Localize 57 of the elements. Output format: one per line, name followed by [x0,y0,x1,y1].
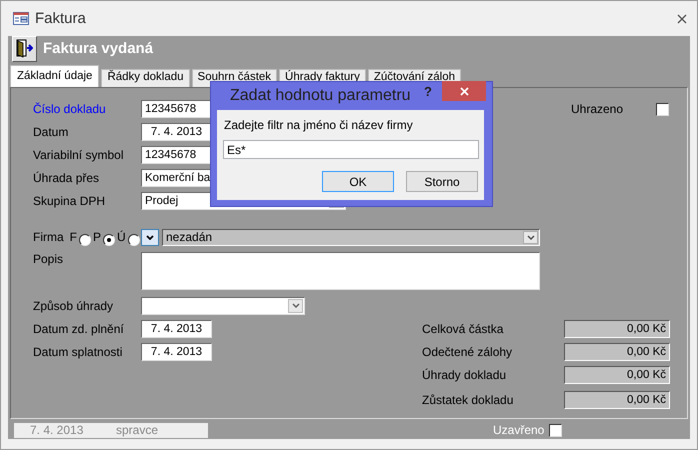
help-button[interactable]: ? [424,84,432,99]
door-exit-icon [16,39,33,58]
field-label: Způsob úhrady [33,298,114,313]
field-label: Úhrada přes [33,171,100,186]
dropdown-field[interactable]: nezadán [162,228,540,246]
checkbox[interactable] [549,424,562,437]
field-label: Popis [33,252,64,268]
radio-label: F [70,230,78,244]
field-label: Skupina DPH [33,194,106,208]
close-button[interactable] [442,81,486,101]
status-date: 7. 4. 2013 [29,423,84,438]
field-label: Číslo dokladu [33,102,107,116]
total-label: Celková částka [422,322,504,336]
text-area[interactable] [141,252,540,290]
date-field[interactable]: 7. 4. 2013 [141,320,212,338]
checkbox[interactable] [656,102,669,116]
exit-button[interactable] [12,36,37,62]
field-label: Datum zd. plnění [33,322,125,336]
radio-label: Ú [117,230,126,244]
checkbox-label: Uzavřeno [493,423,546,438]
field-label: Datum splatnosti [33,345,124,360]
amount-field: 0,00 Kč [564,342,670,361]
dialog-title: Zadat hodnotu parametru [230,87,411,105]
dropdown-button[interactable] [141,228,159,246]
chevron-down-icon [292,303,300,308]
total-label: Úhrady dokladu [422,368,508,382]
status-user: spravce [116,423,158,438]
form-icon [13,12,29,25]
radio-button[interactable] [103,234,116,246]
close-icon [677,14,687,24]
radio-button[interactable] [128,234,140,246]
field-label: Datum [33,125,70,140]
amount-field: 0,00 Kč [564,366,670,384]
dropdown-field[interactable] [141,296,305,315]
form-title: Faktura vydaná [43,40,154,58]
amount-field: 0,00 Kč [564,320,670,338]
window-title: Faktura [35,10,86,27]
field-label: Firma [33,230,64,244]
radio-button[interactable] [79,234,92,246]
chevron-down-icon [526,234,534,240]
close-icon [460,86,468,96]
total-label: Odečtené zálohy [422,344,514,359]
date-field[interactable]: 7. 4. 2013 [141,343,212,362]
total-label: Zůstatek dokladu [422,392,514,407]
checkbox-label: Uhrazeno [571,102,624,116]
date-field[interactable]: 7. 4. 2013 [141,123,212,142]
prompt-text: Zadejte filtr na jméno či název firmy [224,118,413,132]
amount-field: 0,00 Kč [564,390,670,409]
chevron-down-icon [146,234,154,240]
field-label: Variabilní symbol [33,148,124,162]
radio-label: P [93,230,102,244]
tab[interactable]: Řádky dokladu [101,68,190,87]
input-field[interactable]: Es* [223,140,479,159]
ok-button[interactable]: OK [322,171,394,192]
cancel-button[interactable]: Storno [406,171,478,192]
close-button[interactable] [677,14,687,24]
tab[interactable]: Základní údaje [10,64,100,87]
